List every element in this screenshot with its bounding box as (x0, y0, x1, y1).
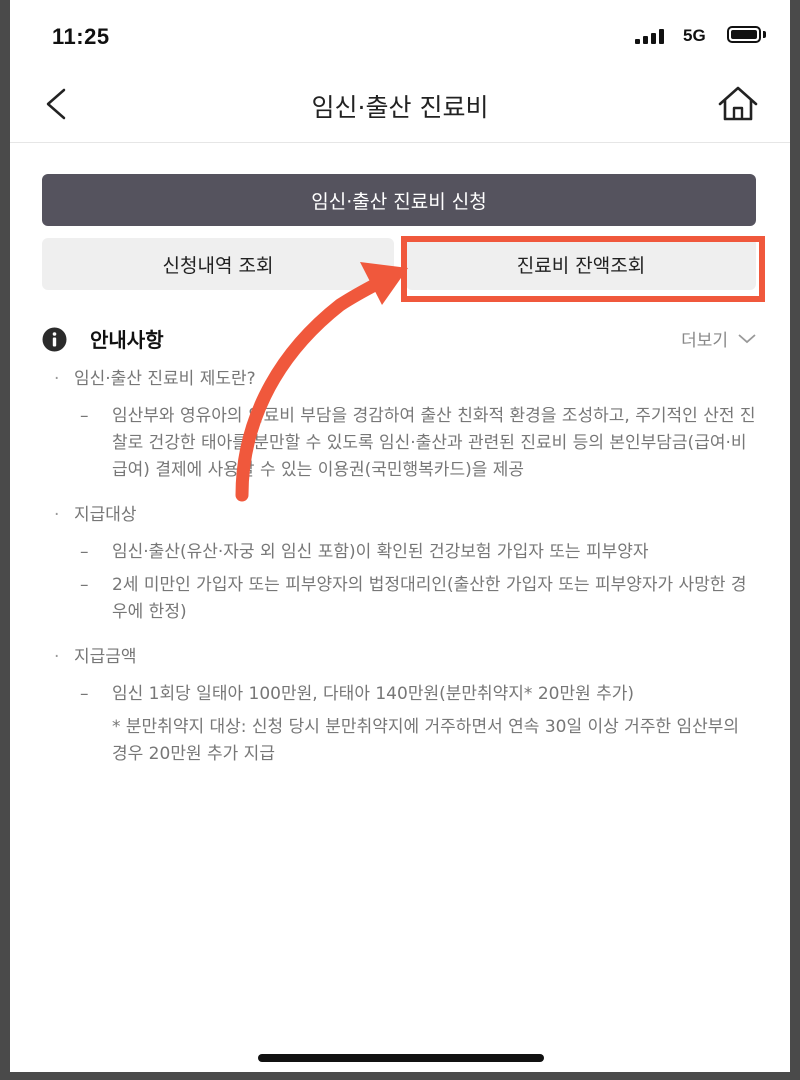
home-icon (718, 86, 758, 121)
balance-inquiry-button[interactable]: 진료비 잔액조회 (406, 238, 756, 290)
app-header: 임신·출산 진료비 (10, 70, 790, 143)
list-item: – 임신 1회당 일태아 100만원, 다태아 140만원(분만취약지* 20만… (80, 684, 635, 704)
page-title: 임신·출산 진료비 (311, 93, 489, 122)
history-button[interactable]: 신청내역 조회 (42, 238, 394, 290)
footnote: * 분만취약지 대상: 신청 당시 분만취약지에 거주하면서 연속 30일 이상… (112, 717, 740, 764)
battery-tip (763, 31, 766, 38)
apply-button[interactable]: 임신·출산 진료비 신청 (42, 174, 756, 226)
chevron-down-icon (738, 333, 756, 343)
signal-icon (635, 28, 675, 44)
notice-content: 임신·출산 진료비 제도란? – 임산부와 영유아의 의료비 부담을 경감하여 … (50, 366, 760, 768)
list-item: – 2세 미만인 가입자 또는 피부양자의 법정대리인(출산한 가입자 또는 피… (80, 575, 747, 622)
section-title: 지급금액 (50, 644, 760, 671)
notice-header: 안내사항 더보기 (42, 322, 756, 356)
network-type: 5G (683, 26, 706, 45)
status-time: 11:25 (52, 24, 110, 49)
status-bar: 11:25 5G (10, 0, 790, 70)
battery-icon (727, 26, 761, 43)
home-indicator[interactable] (258, 1054, 544, 1062)
list-item: – 임산부와 영유아의 의료비 부담을 경감하여 출산 친화적 환경을 조성하고… (80, 406, 756, 480)
section-title: 임신·출산 진료비 제도란? (50, 366, 760, 393)
more-button[interactable]: 더보기 (681, 326, 756, 351)
section-title: 지급대상 (50, 502, 760, 529)
notice-title: 안내사항 (90, 328, 164, 352)
home-button[interactable] (714, 82, 762, 126)
more-label: 더보기 (681, 331, 728, 351)
phone-screen: 11:25 5G 임신·출산 진료비 임신·출산 진료비 신청 신청내역 조회 … (10, 0, 790, 1072)
list-item: – 임신·출산(유산·자궁 외 임신 포함)이 확인된 건강보험 가입자 또는 … (80, 542, 649, 562)
info-icon (42, 327, 67, 352)
